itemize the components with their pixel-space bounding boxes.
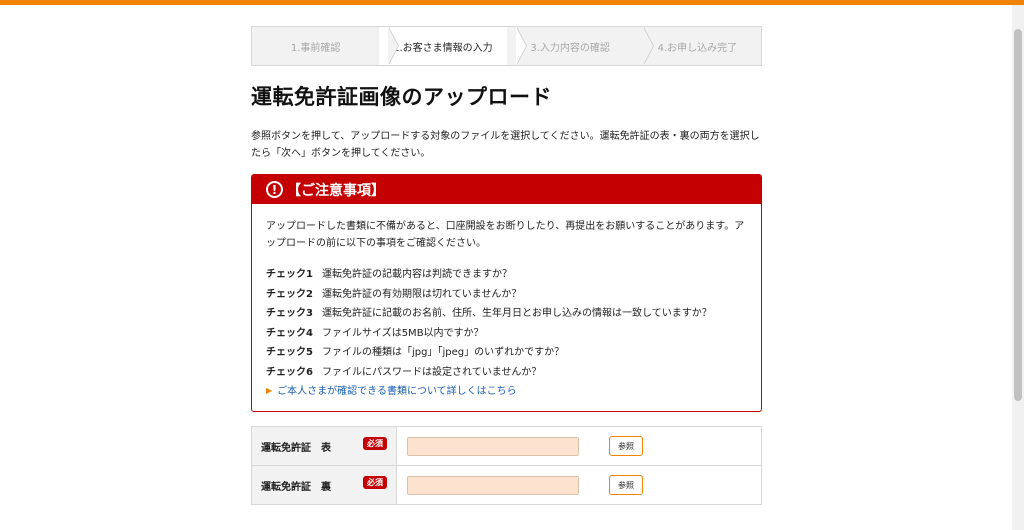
intro-text: 参照ボタンを押して、アップロードする対象のファイルを選択してください。運転免許証…	[251, 131, 760, 159]
page-title: 運転免許証画像のアップロード	[251, 85, 552, 109]
check-text: ファイルサイズは5MB以内ですか？	[322, 327, 484, 339]
row-label: 運転免許証 表	[261, 442, 331, 454]
exclamation-circle-icon: !	[266, 181, 283, 198]
upload-row-back: 運転免許証 裏 必須 参照	[252, 465, 761, 504]
row-input-cell: 参照	[397, 466, 761, 504]
required-badge: 必須	[363, 476, 387, 489]
check-label: チェック3	[266, 308, 313, 319]
step-label: 1.事前確認	[290, 42, 341, 54]
step-1: 1.事前確認	[252, 27, 400, 65]
check-text: 運転免許証の有効期限は切れていませんか？	[322, 288, 522, 300]
check-item: チェック3 運転免許証に記載のお名前、住所、生年月日とお申し込みの情報は一致してい…	[266, 304, 747, 324]
caution-text: アップロードした書類に不備があると、口座開設をお断りしたり、再提出をお願いするこ…	[266, 221, 745, 249]
row-label: 運転免許証 裏	[261, 481, 331, 493]
page-scrollbar[interactable]	[1012, 5, 1024, 530]
main-content: 1.事前確認 2.お客さま情報の入力 3.入力内容の確認 4.お申し込み完了 運…	[251, 26, 762, 505]
documents-info-link[interactable]: ▶ ご本人さまが確認できる書類について詳しくはこちら	[266, 382, 747, 400]
check-list: チェック1 運転免許証の記載内容は判読できますか？ チェック2 運転免許証の有効期限…	[266, 265, 747, 382]
check-text: ファイルの種類は「jpg」「jpeg」のいずれかですか？	[322, 347, 565, 358]
row-label-cell: 運転免許証 表 必須	[252, 427, 397, 465]
check-label: チェック1	[266, 269, 313, 280]
check-label: チェック5	[266, 347, 313, 358]
step-label: 4.お申し込み完了	[657, 42, 738, 54]
check-item: チェック4 ファイルサイズは5MB以内ですか？	[266, 324, 747, 344]
progress-steps: 1.事前確認 2.お客さま情報の入力 3.入力内容の確認 4.お申し込み完了	[251, 26, 762, 66]
caution-box: ! 【ご注意事項】 アップロードした書類に不備があると、口座開設をお断りしたり、…	[251, 174, 762, 412]
check-item: チェック1 運転免許証の記載内容は判読できますか？	[266, 265, 747, 285]
required-badge: 必須	[363, 437, 387, 450]
check-label: チェック6	[266, 366, 313, 378]
check-text: 運転免許証の記載内容は判読できますか？	[322, 269, 512, 280]
upload-table: 運転免許証 表 必須 参照 運転免許証 裏 必須 参照	[251, 426, 762, 505]
check-text: ファイルにパスワードは設定されていませんか？	[322, 366, 542, 378]
check-item: チェック5 ファイルの種類は「jpg」「jpeg」のいずれかですか？	[266, 343, 747, 363]
back-file-field[interactable]	[407, 475, 579, 495]
caution-body: アップロードした書類に不備があると、口座開設をお断りしたり、再提出をお願いするこ…	[252, 204, 761, 400]
row-label-cell: 運転免許証 裏 必須	[252, 466, 397, 504]
row-input-cell: 参照	[397, 427, 761, 465]
front-file-field[interactable]	[407, 436, 579, 456]
check-item: チェック2 運転免許証の有効期限は切れていませんか？	[266, 285, 747, 305]
step-label: 2.お客さま情報の入力	[393, 42, 493, 54]
front-browse-button[interactable]: 参照	[609, 436, 643, 456]
top-accent-bar	[0, 0, 1024, 5]
triangle-right-icon: ▶	[266, 386, 273, 395]
check-label: チェック2	[266, 288, 313, 300]
link-text: ご本人さまが確認できる書類について詳しくはこちら	[277, 386, 517, 397]
back-browse-button[interactable]: 参照	[609, 475, 643, 495]
step-label: 3.入力内容の確認	[530, 42, 610, 54]
check-text: 運転免許証に記載のお名前、住所、生年月日とお申し込みの情報は一致していますか？	[322, 308, 712, 319]
caution-header: ! 【ご注意事項】	[252, 175, 761, 204]
upload-row-front: 運転免許証 表 必須 参照	[252, 427, 761, 465]
check-item: チェック6 ファイルにパスワードは設定されていませんか？	[266, 363, 747, 383]
scrollbar-thumb[interactable]	[1014, 29, 1022, 401]
caution-heading: 【ご注意事項】	[287, 182, 385, 199]
check-label: チェック4	[266, 327, 313, 339]
